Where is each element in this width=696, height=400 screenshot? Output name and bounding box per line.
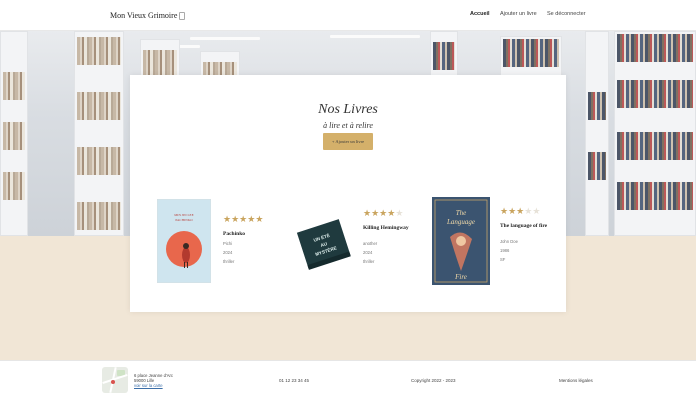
map-pin-icon [111,380,115,384]
site-logo[interactable]: Mon Vieux Grimoire [110,11,186,20]
book-year: 2024 [223,250,233,255]
star-icon: ★ [532,206,541,216]
svg-text:PACHINKO: PACHINKO [175,218,193,222]
book-author: another [363,241,378,246]
rating-stars: ★★★★★ [223,215,263,224]
legal-notice-link[interactable]: Mentions légales [559,378,593,383]
book-cover-killing-hemingway[interactable]: UN ÉTÉ AU MYSTÈRE [292,219,356,271]
site-footer: 6 place Jeanne d'Arc 59000 Lille voir su… [0,360,696,400]
page-title: Nos Livres [318,102,378,117]
star-icon: ★ [223,214,232,224]
site-header: Mon Vieux Grimoire Accueil Ajouter un li… [0,0,696,31]
book-genre: thriller [223,259,235,264]
nav-home[interactable]: Accueil [470,11,490,17]
book-year: 1986 [500,248,510,253]
page-subtitle: à lire et à relire [323,121,373,130]
star-icon: ★ [508,206,517,216]
book-genre: SF [500,257,506,262]
star-icon: ★ [371,208,380,218]
svg-text:Fire: Fire [454,273,467,281]
svg-text:MIN JIN LEE: MIN JIN LEE [174,213,193,217]
book-cover-language-of-fire[interactable]: The Language Fire [432,197,490,285]
nav-add-book[interactable]: Ajouter un livre [500,11,537,17]
book-author: John Doe [500,239,518,244]
book-logo-icon [179,11,186,20]
book-cover-pachinko[interactable]: MIN JIN LEE PACHINKO [157,199,211,283]
star-icon: ★ [500,206,509,216]
nav-logout[interactable]: Se déconnecter [547,11,586,17]
footer-phone: 01 12 23 34 45 [279,378,310,383]
book-year: 2024 [363,250,373,255]
book-genre: thriller [363,259,375,264]
map-thumbnail[interactable] [102,367,128,393]
footer-copyright: Copyright 2022 - 2023 [411,378,456,383]
svg-text:Language: Language [446,218,475,226]
book-title: The language of fire [500,223,548,229]
book-title: Pachinko [223,231,246,237]
book-author: Pichi [223,241,233,246]
svg-text:The: The [456,209,467,217]
star-icon: ★ [395,208,404,218]
footer-address: 6 place Jeanne d'Arc 59000 Lille voir su… [134,373,173,388]
star-icon: ★ [363,208,372,218]
add-book-button[interactable]: + Ajouter un livre [323,133,373,150]
rating-stars: ★★★★★ [500,207,540,216]
star-icon: ★ [255,214,264,224]
book-card-pachinko[interactable]: MIN JIN LEE PACHINKO ★★★★★ Pachinko Pich… [155,195,275,285]
book-card-language-of-fire[interactable]: The Language Fire ★★★★★ The language of … [430,195,550,285]
book-title: Killing Hemingway [363,225,409,231]
rating-stars: ★★★★★ [363,209,403,218]
star-icon: ★ [231,214,240,224]
map-link[interactable]: voir sur la carte [134,383,173,388]
books-card: Nos Livres à lire et à relire + Ajouter … [130,75,566,312]
book-card-killing-hemingway[interactable]: UN ÉTÉ AU MYSTÈRE ★★★★★ Killing Hemingwa… [290,195,410,285]
logo-text: Mon Vieux Grimoire [110,11,178,20]
